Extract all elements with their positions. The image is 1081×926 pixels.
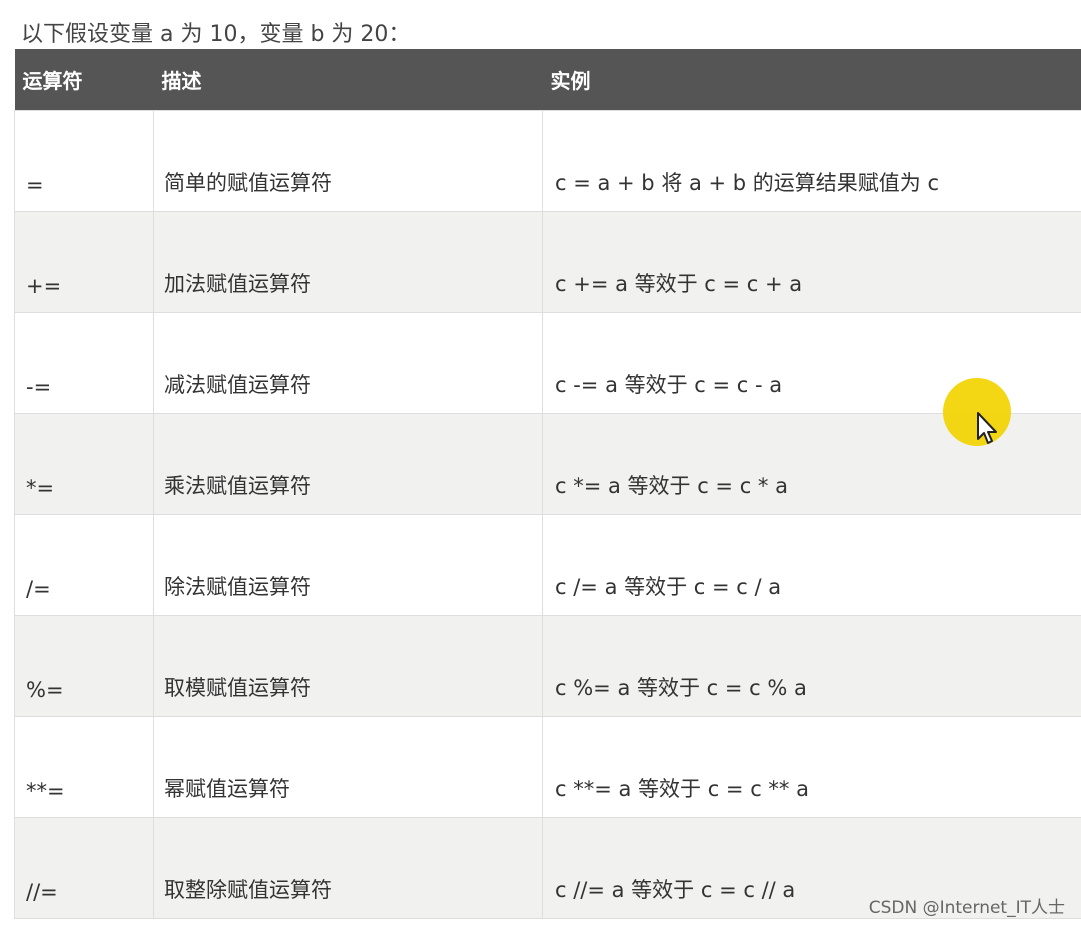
header-description: 描述 bbox=[161, 68, 202, 93]
table-row: %= 取模赋值运算符 c %= a 等效于 c = c % a bbox=[14, 614, 1081, 717]
example-cell: c %= a 等效于 c = c % a bbox=[542, 614, 1081, 717]
intro-text: 以下假设变量 a 为 10，变量 b 为 20： bbox=[21, 22, 411, 47]
example-cell: c += a 等效于 c = c + a bbox=[542, 210, 1081, 313]
operator-cell: %= bbox=[14, 614, 154, 717]
description-cell: 取模赋值运算符 bbox=[153, 614, 543, 717]
example-cell: c /= a 等效于 c = c / a bbox=[542, 513, 1081, 616]
description-cell: 取整除赋值运算符 bbox=[153, 816, 543, 919]
description-cell: 除法赋值运算符 bbox=[153, 513, 543, 616]
mouse-pointer-icon bbox=[977, 412, 997, 444]
table-row: = 简单的赋值运算符 c = a + b 将 a + b 的运算结果赋值为 c bbox=[14, 109, 1081, 212]
example-cell: c **= a 等效于 c = c ** a bbox=[542, 715, 1081, 818]
operator-cell: += bbox=[14, 210, 154, 313]
operator-cell: /= bbox=[14, 513, 154, 616]
description-cell: 乘法赋值运算符 bbox=[153, 412, 543, 515]
table-body: = 简单的赋值运算符 c = a + b 将 a + b 的运算结果赋值为 c … bbox=[14, 109, 1081, 919]
operator-cell: *= bbox=[14, 412, 154, 515]
operator-cell: //= bbox=[14, 816, 154, 919]
assignment-operators-table: 运算符 描述 实例 = 简单的赋值运算符 c = a + b 将 a + b 的… bbox=[14, 49, 1081, 919]
example-cell: c = a + b 将 a + b 的运算结果赋值为 c bbox=[542, 109, 1081, 212]
table-row: *= 乘法赋值运算符 c *= a 等效于 c = c * a bbox=[14, 412, 1081, 515]
table-row: /= 除法赋值运算符 c /= a 等效于 c = c / a bbox=[14, 513, 1081, 616]
header-row: 运算符 描述 实例 bbox=[14, 49, 1081, 110]
operator-cell: **= bbox=[14, 715, 154, 818]
operator-cell: -= bbox=[14, 311, 154, 414]
description-cell: 简单的赋值运算符 bbox=[153, 109, 543, 212]
table-row: += 加法赋值运算符 c += a 等效于 c = c + a bbox=[14, 210, 1081, 313]
description-cell: 减法赋值运算符 bbox=[153, 311, 543, 414]
operator-cell: = bbox=[14, 109, 154, 212]
description-cell: 加法赋值运算符 bbox=[153, 210, 543, 313]
table-row: -= 减法赋值运算符 c -= a 等效于 c = c - a bbox=[14, 311, 1081, 414]
header-example: 实例 bbox=[550, 68, 591, 93]
header-operator: 运算符 bbox=[22, 68, 83, 93]
description-cell: 幂赋值运算符 bbox=[153, 715, 543, 818]
table-header: 运算符 描述 实例 bbox=[14, 49, 1081, 110]
watermark: CSDN @Internet_IT人士 bbox=[868, 898, 1065, 918]
table-row: **= 幂赋值运算符 c **= a 等效于 c = c ** a bbox=[14, 715, 1081, 818]
